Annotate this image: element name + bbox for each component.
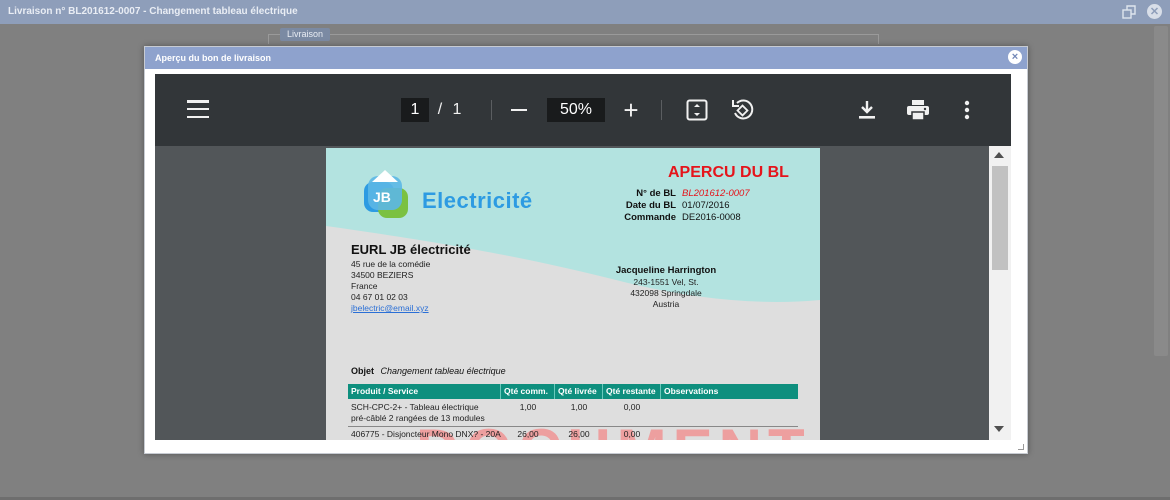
rotate-icon[interactable] <box>729 97 755 123</box>
table-header-cell: Produit / Service <box>348 384 501 399</box>
fit-page-icon[interactable] <box>685 98 709 122</box>
pdf-scrollbar[interactable] <box>989 146 1011 440</box>
modal-header: Aperçu du bon de livraison <box>145 47 1027 69</box>
recipient-address: Jacqueline Harrington 243-1551 Vel, St. … <box>596 265 736 310</box>
meta-label: Date du BL <box>625 200 676 211</box>
document-meta: N° de BL BL201612-0007 Date du BL 01/07/… <box>616 188 750 224</box>
recipient-line: Austria <box>652 299 680 309</box>
table-cell-observations <box>661 402 798 424</box>
product-line: SCH-CPC-2+ - Tableau électrique <box>351 402 479 412</box>
toolbar-divider <box>491 100 492 120</box>
modal-close-button[interactable]: × <box>1007 49 1023 65</box>
zoom-out-icon[interactable] <box>507 98 531 122</box>
company-logo-text: Electricité <box>422 188 533 213</box>
table-header-cell: Observations <box>664 386 719 396</box>
background-window-titlebar: Livraison n° BL201612-0007 - Changement … <box>0 0 1170 24</box>
table-row: 406775 - Disjoncteur Mono DNX? - 20A 26,… <box>348 426 798 440</box>
document-subject: Objet Changement tableau électrique <box>351 366 506 376</box>
meta-row-bl-number: N° de BL BL201612-0007 <box>616 188 750 200</box>
sender-name: EURL JB électricité <box>351 242 471 257</box>
close-window-icon[interactable]: ✕ <box>1147 4 1162 19</box>
table-cell-ordered: 1,00 <box>519 402 537 412</box>
pdf-toolbar: 1 / 1 50% + <box>155 74 1011 146</box>
table-cell-observations <box>661 429 798 440</box>
meta-row-bl-date: Date du BL 01/07/2016 <box>616 200 750 212</box>
page-total: 1 <box>452 101 462 118</box>
page-separator: / <box>437 101 443 118</box>
company-logo-icon: JB <box>360 166 412 226</box>
table-header-cell: Qté restante <box>603 384 661 399</box>
download-icon[interactable] <box>855 98 879 122</box>
background-tab-livraison[interactable]: Livraison <box>280 28 331 41</box>
sender-address: EURL JB électricité 45 rue de la comédie… <box>351 242 471 314</box>
product-line: pré-câblé 2 rangées de 13 modules <box>351 413 485 423</box>
sender-line: 45 rue de la comédie <box>351 259 431 269</box>
pdf-page: JB Electricité APERCU DU BL N° de BL BL2… <box>326 148 820 440</box>
resize-grip-icon[interactable] <box>1018 444 1024 450</box>
sender-line: 04 67 01 02 03 <box>351 292 408 302</box>
scroll-down-icon[interactable] <box>994 426 1004 432</box>
page-number-input[interactable]: 1 <box>401 98 429 122</box>
table-cell-ordered: 26,00 <box>517 429 539 439</box>
pdf-viewer: 1 / 1 50% + JB Electricité APERCU DU BL … <box>155 74 1011 440</box>
preview-modal: Aperçu du bon de livraison × 1 / 1 50% + <box>144 46 1028 454</box>
table-cell-product: 406775 - Disjoncteur Mono DNX? - 20A <box>351 429 501 439</box>
table-header: Produit / Service Qté comm. Qté livrée Q… <box>348 384 798 399</box>
meta-value: 01/07/2016 <box>682 200 730 211</box>
background-scrollbar[interactable] <box>1154 26 1168 356</box>
zoom-in-icon[interactable]: + <box>619 95 643 125</box>
sender-line: France <box>351 281 378 291</box>
table-cell-remaining: 0,00 <box>623 402 641 412</box>
more-options-icon[interactable] <box>955 98 979 122</box>
meta-value: BL201612-0007 <box>682 188 750 199</box>
meta-label: N° de BL <box>636 188 676 199</box>
recipient-name: Jacqueline Harrington <box>615 265 717 276</box>
table-cell-delivered: 26,00 <box>568 429 590 439</box>
table-row: SCH-CPC-2+ - Tableau électrique pré-câbl… <box>348 399 798 424</box>
print-icon[interactable] <box>905 98 931 122</box>
scroll-thumb[interactable] <box>992 166 1008 270</box>
background-window-title: Livraison n° BL201612-0007 - Changement … <box>8 6 298 17</box>
subject-label: Objet <box>351 366 375 376</box>
recipient-line: 432098 Springdale <box>630 288 702 298</box>
background-window-controls: ✕ <box>1121 4 1162 20</box>
table-header-cell: Qté livrée <box>555 384 603 399</box>
background-fieldset <box>268 34 879 44</box>
sender-line: 34500 BEZIERS <box>351 270 414 280</box>
subject-value: Changement tableau électrique <box>380 366 506 376</box>
table-header-cell: Qté comm. <box>501 384 555 399</box>
delivery-table: Produit / Service Qté comm. Qté livrée Q… <box>348 384 798 440</box>
table-cell-product: SCH-CPC-2+ - Tableau électrique pré-câbl… <box>348 402 501 424</box>
sender-email-link[interactable]: jbelectric@email.xyz <box>351 303 471 314</box>
table-cell-remaining: 0,00 <box>623 429 641 439</box>
scroll-up-icon[interactable] <box>994 152 1004 158</box>
zoom-level-input[interactable]: 50% <box>547 98 605 122</box>
meta-row-order: Commande DE2016-0008 <box>616 212 750 224</box>
meta-value: DE2016-0008 <box>682 212 741 223</box>
table-cell-delivered: 1,00 <box>570 402 588 412</box>
svg-text:JB: JB <box>373 189 391 205</box>
restore-window-icon[interactable] <box>1121 4 1137 20</box>
meta-label: Commande <box>624 212 676 223</box>
toolbar-divider <box>661 100 662 120</box>
menu-icon[interactable] <box>187 100 209 118</box>
recipient-line: 243-1551 Vel, St. <box>633 277 699 287</box>
modal-title: Aperçu du bon de livraison <box>155 53 272 63</box>
document-title: APERCU DU BL <box>668 164 789 181</box>
